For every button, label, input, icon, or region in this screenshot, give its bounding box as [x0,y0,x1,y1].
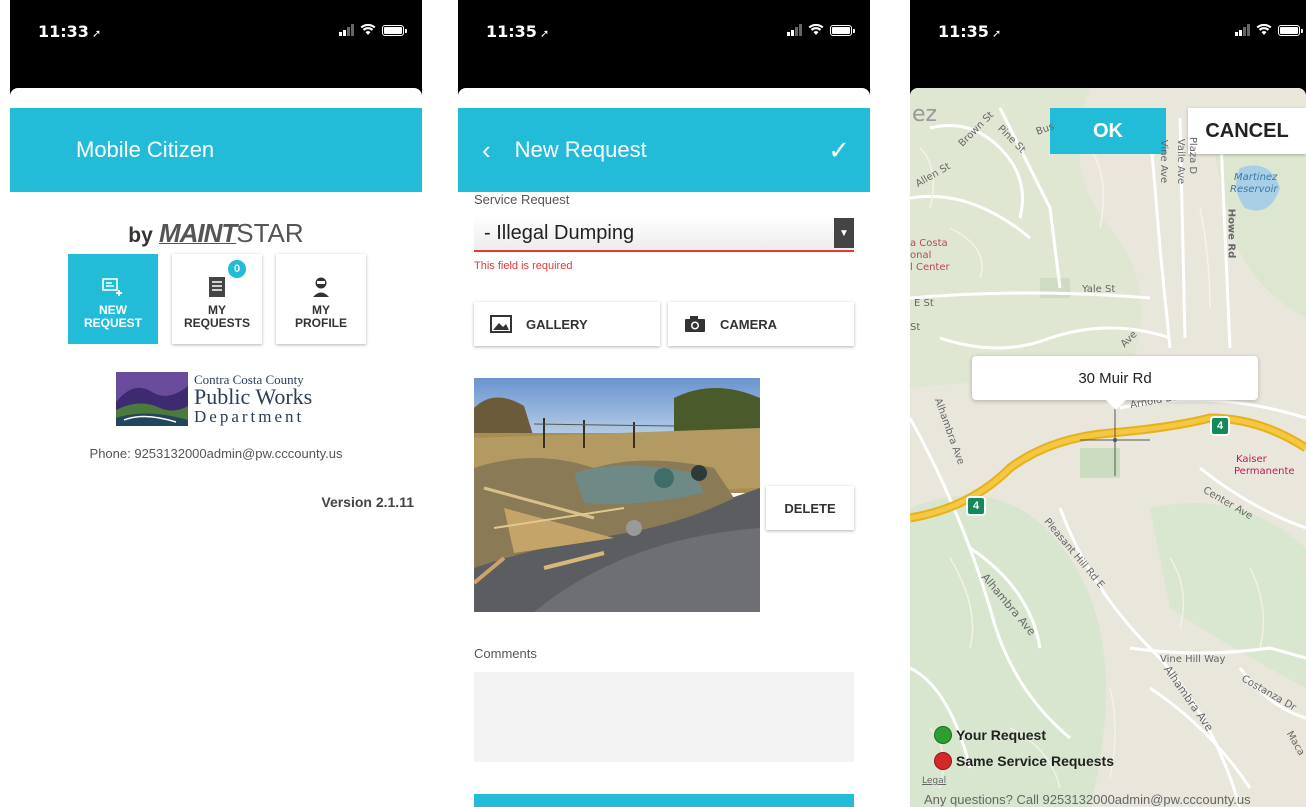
legal-link[interactable]: Legal [922,776,946,786]
org-line3: Department [194,407,305,426]
map-label: Plaza D [1187,136,1199,175]
map-label: Kaiser [1236,454,1267,465]
location-arrow-icon: ➚ [91,27,102,40]
map-label: Howe Rd [1225,208,1237,259]
app-bar: ‹ New Request ✓ [458,108,870,192]
highway-4-shield-icon: 4 [966,496,986,516]
app-title: New Request [514,137,647,162]
cancel-button[interactable]: CANCEL [1188,108,1306,154]
back-icon[interactable]: ‹ [482,135,491,166]
map-label: Vine Ave [1158,139,1170,184]
contact-info: Phone: 9253132000admin@pw.cccounty.us [89,446,343,461]
county-seal-icon [116,372,188,426]
my-profile-button[interactable]: MY PROFILE [276,254,366,344]
new-request-icon [102,276,124,298]
maintstar-logo: by MAINTSTAR [10,218,422,249]
map-label: l Center [910,262,950,273]
image-icon [490,315,512,333]
delete-label: DELETE [784,500,836,516]
org-line2: Public Works [194,384,313,409]
map-label: onal [910,250,932,261]
red-marker-icon [934,752,952,770]
wifi-icon [1256,24,1272,36]
map-label: a Costa [910,238,948,249]
status-time: 11:35 ➚ [938,22,1002,41]
footer-contact: Any questions? Call 9253132000admin@pw.c… [924,792,1251,807]
service-request-value: - Illegal Dumping [484,221,635,244]
cellular-signal-icon [1235,24,1250,36]
dropdown-caret-icon: ▼ [834,218,854,248]
location-arrow-icon: ➚ [991,27,1002,40]
tile-label-line2: REQUEST [83,316,142,330]
highway-4-shield-icon: 4 [1210,416,1230,436]
contra-costa-logo: Contra Costa County Public Works Departm… [116,372,312,426]
map-label: Yale St [1082,284,1116,295]
tile-label-line2: PROFILE [294,316,347,330]
requests-count-badge: 0 [226,258,248,280]
field-error-text: This field is required [474,260,573,272]
app-screen: Mobile Citizen by MAINTSTAR NEW REQUEST … [10,88,422,807]
list-icon [206,276,228,298]
tile-label-line2: REQUESTS [183,316,250,330]
battery-icon [830,24,855,36]
legend-label: Same Service Requests [956,753,1114,769]
brand-maint: MAINT [158,218,237,248]
wifi-icon [360,24,376,36]
cellular-signal-icon [339,24,354,36]
brand-by: by [128,224,153,247]
county-name: Contra Costa County Public Works Departm… [194,373,312,425]
attached-photo [474,378,760,612]
brand-star: STAR [236,218,304,248]
camera-icon [685,316,705,332]
my-requests-button[interactable]: 0 MY REQUESTS [172,254,262,344]
legend-same-service: Same Service Requests [934,752,1114,770]
user-icon [310,276,332,298]
app-bar: Mobile Citizen [10,108,422,192]
version-label: Version 2.1.11 [321,494,414,510]
map-label: St [910,322,921,333]
phone-screen-map: 11:35 ➚ OK CANCEL ez Brown St Pine St Bu… [910,0,1306,807]
map-label: Vaile Ave [1175,138,1187,185]
gallery-button[interactable]: GALLERY [474,302,660,346]
battery-icon [1278,24,1303,36]
map-label: Permanente [1234,466,1295,477]
app-title: Mobile Citizen [76,137,215,162]
location-arrow-icon: ➚ [539,27,550,40]
status-time: 11:33 ➚ [38,22,102,41]
gallery-label: GALLERY [526,316,588,332]
new-request-button[interactable]: NEW REQUEST [68,254,158,344]
green-marker-icon [934,726,952,744]
submit-button[interactable] [474,794,854,807]
service-request-select[interactable]: - Illegal Dumping ▼ [474,216,854,252]
delete-photo-button[interactable]: DELETE [766,486,854,530]
ok-button[interactable]: OK [1050,108,1166,154]
comments-input[interactable] [474,672,854,762]
legend-label: Your Request [956,727,1046,743]
status-time: 11:35 ➚ [486,22,550,41]
map-screen: OK CANCEL ez Brown St Pine St Bus Allen … [910,88,1306,807]
camera-button[interactable]: CAMERA [668,302,854,346]
legend-your-request: Your Request [934,726,1046,744]
map-label: Martinez [1234,172,1278,183]
camera-label: CAMERA [720,316,778,332]
map-label: ez [912,102,938,127]
status-bar: 11:35 ➚ [458,0,870,88]
service-request-label: Service Request [474,192,570,207]
wifi-icon [808,24,824,36]
status-bar: 11:35 ➚ [910,0,1306,88]
app-screen: ‹ New Request ✓ Service Request - Illega… [458,88,870,807]
home-tiles: NEW REQUEST 0 MY REQUESTS MY PROFILE [68,254,366,344]
map-label: E St [914,298,934,309]
callout-address: 30 Muir Rd [1078,369,1152,387]
battery-icon [382,24,407,36]
submit-check-icon[interactable]: ✓ [828,135,850,166]
address-callout: 30 Muir Rd [972,356,1258,410]
cellular-signal-icon [787,24,802,36]
map-label: Reservoir [1230,184,1278,195]
status-bar: 11:33 ➚ [10,0,422,88]
comments-label: Comments [474,646,537,661]
map-view[interactable] [910,88,1306,807]
phone-screen-home: 11:33 ➚ Mobile Citizen by MAINTSTAR NEW R… [10,0,422,807]
phone-screen-new-request: 11:35 ➚ ‹ New Request ✓ Service Request -… [458,0,870,807]
